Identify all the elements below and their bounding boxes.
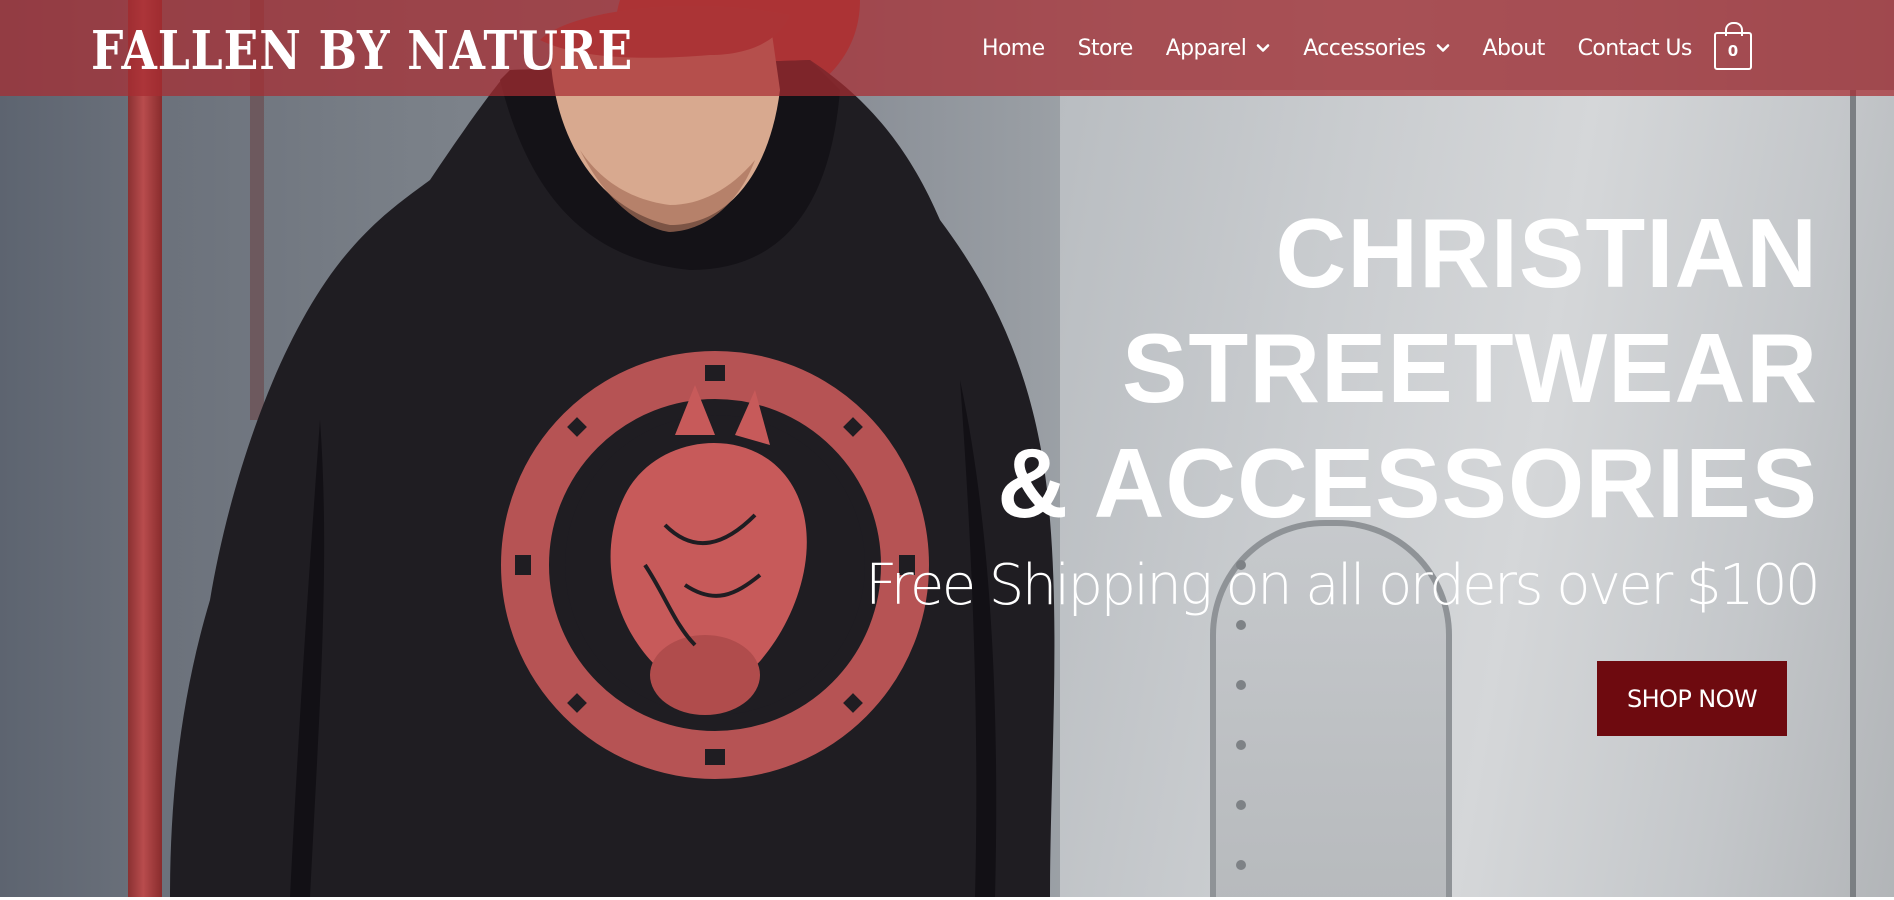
hero-section: FALLEN BY NATURE Home Store Apparel Acce… bbox=[0, 0, 1894, 897]
hero-headline-line: & ACCESSORIES bbox=[997, 428, 1818, 538]
nav-item-label: Apparel bbox=[1165, 35, 1247, 61]
background-red-pipe bbox=[128, 0, 162, 897]
main-nav: Home Store Apparel Accessories About Con… bbox=[982, 0, 1725, 96]
nav-item-label: Accessories bbox=[1303, 35, 1426, 61]
background-door-edge bbox=[1850, 90, 1856, 897]
nav-item-label: Contact Us bbox=[1577, 35, 1693, 61]
free-shipping-subheadline: Free Shipping on all orders over $100 bbox=[865, 553, 1820, 618]
rivet bbox=[1236, 740, 1246, 750]
site-logo[interactable]: FALLEN BY NATURE bbox=[91, 23, 633, 79]
hero-headline-line: CHRISTIAN bbox=[1275, 198, 1818, 308]
nav-item-accessories[interactable]: Accessories bbox=[1303, 36, 1449, 61]
nav-item-home[interactable]: Home bbox=[982, 36, 1045, 61]
nav-item-apparel[interactable]: Apparel bbox=[1166, 36, 1270, 61]
hero-headline: CHRISTIAN STREETWEAR & ACCESSORIES bbox=[997, 196, 1818, 541]
cart-count-badge: 0 bbox=[1727, 42, 1739, 60]
top-navbar: FALLEN BY NATURE Home Store Apparel Acce… bbox=[0, 0, 1894, 96]
nav-item-label: Store bbox=[1077, 35, 1134, 61]
hero-headline-line: STREETWEAR bbox=[1122, 313, 1818, 423]
cart-button[interactable]: 0 bbox=[1714, 22, 1752, 70]
chevron-down-icon bbox=[1436, 44, 1449, 52]
nav-item-label: Home bbox=[982, 35, 1045, 61]
nav-item-about[interactable]: About bbox=[1482, 35, 1546, 61]
chevron-down-icon bbox=[1256, 44, 1270, 52]
rivet bbox=[1236, 800, 1246, 810]
rivet bbox=[1236, 680, 1246, 690]
shop-now-button[interactable]: SHOP NOW bbox=[1597, 661, 1787, 736]
nav-item-store[interactable]: Store bbox=[1077, 35, 1134, 61]
nav-item-contact-us[interactable]: Contact Us bbox=[1577, 35, 1693, 61]
rivet bbox=[1236, 860, 1246, 870]
hero-model-photo bbox=[170, 0, 1090, 897]
nav-item-label: About bbox=[1482, 35, 1546, 61]
